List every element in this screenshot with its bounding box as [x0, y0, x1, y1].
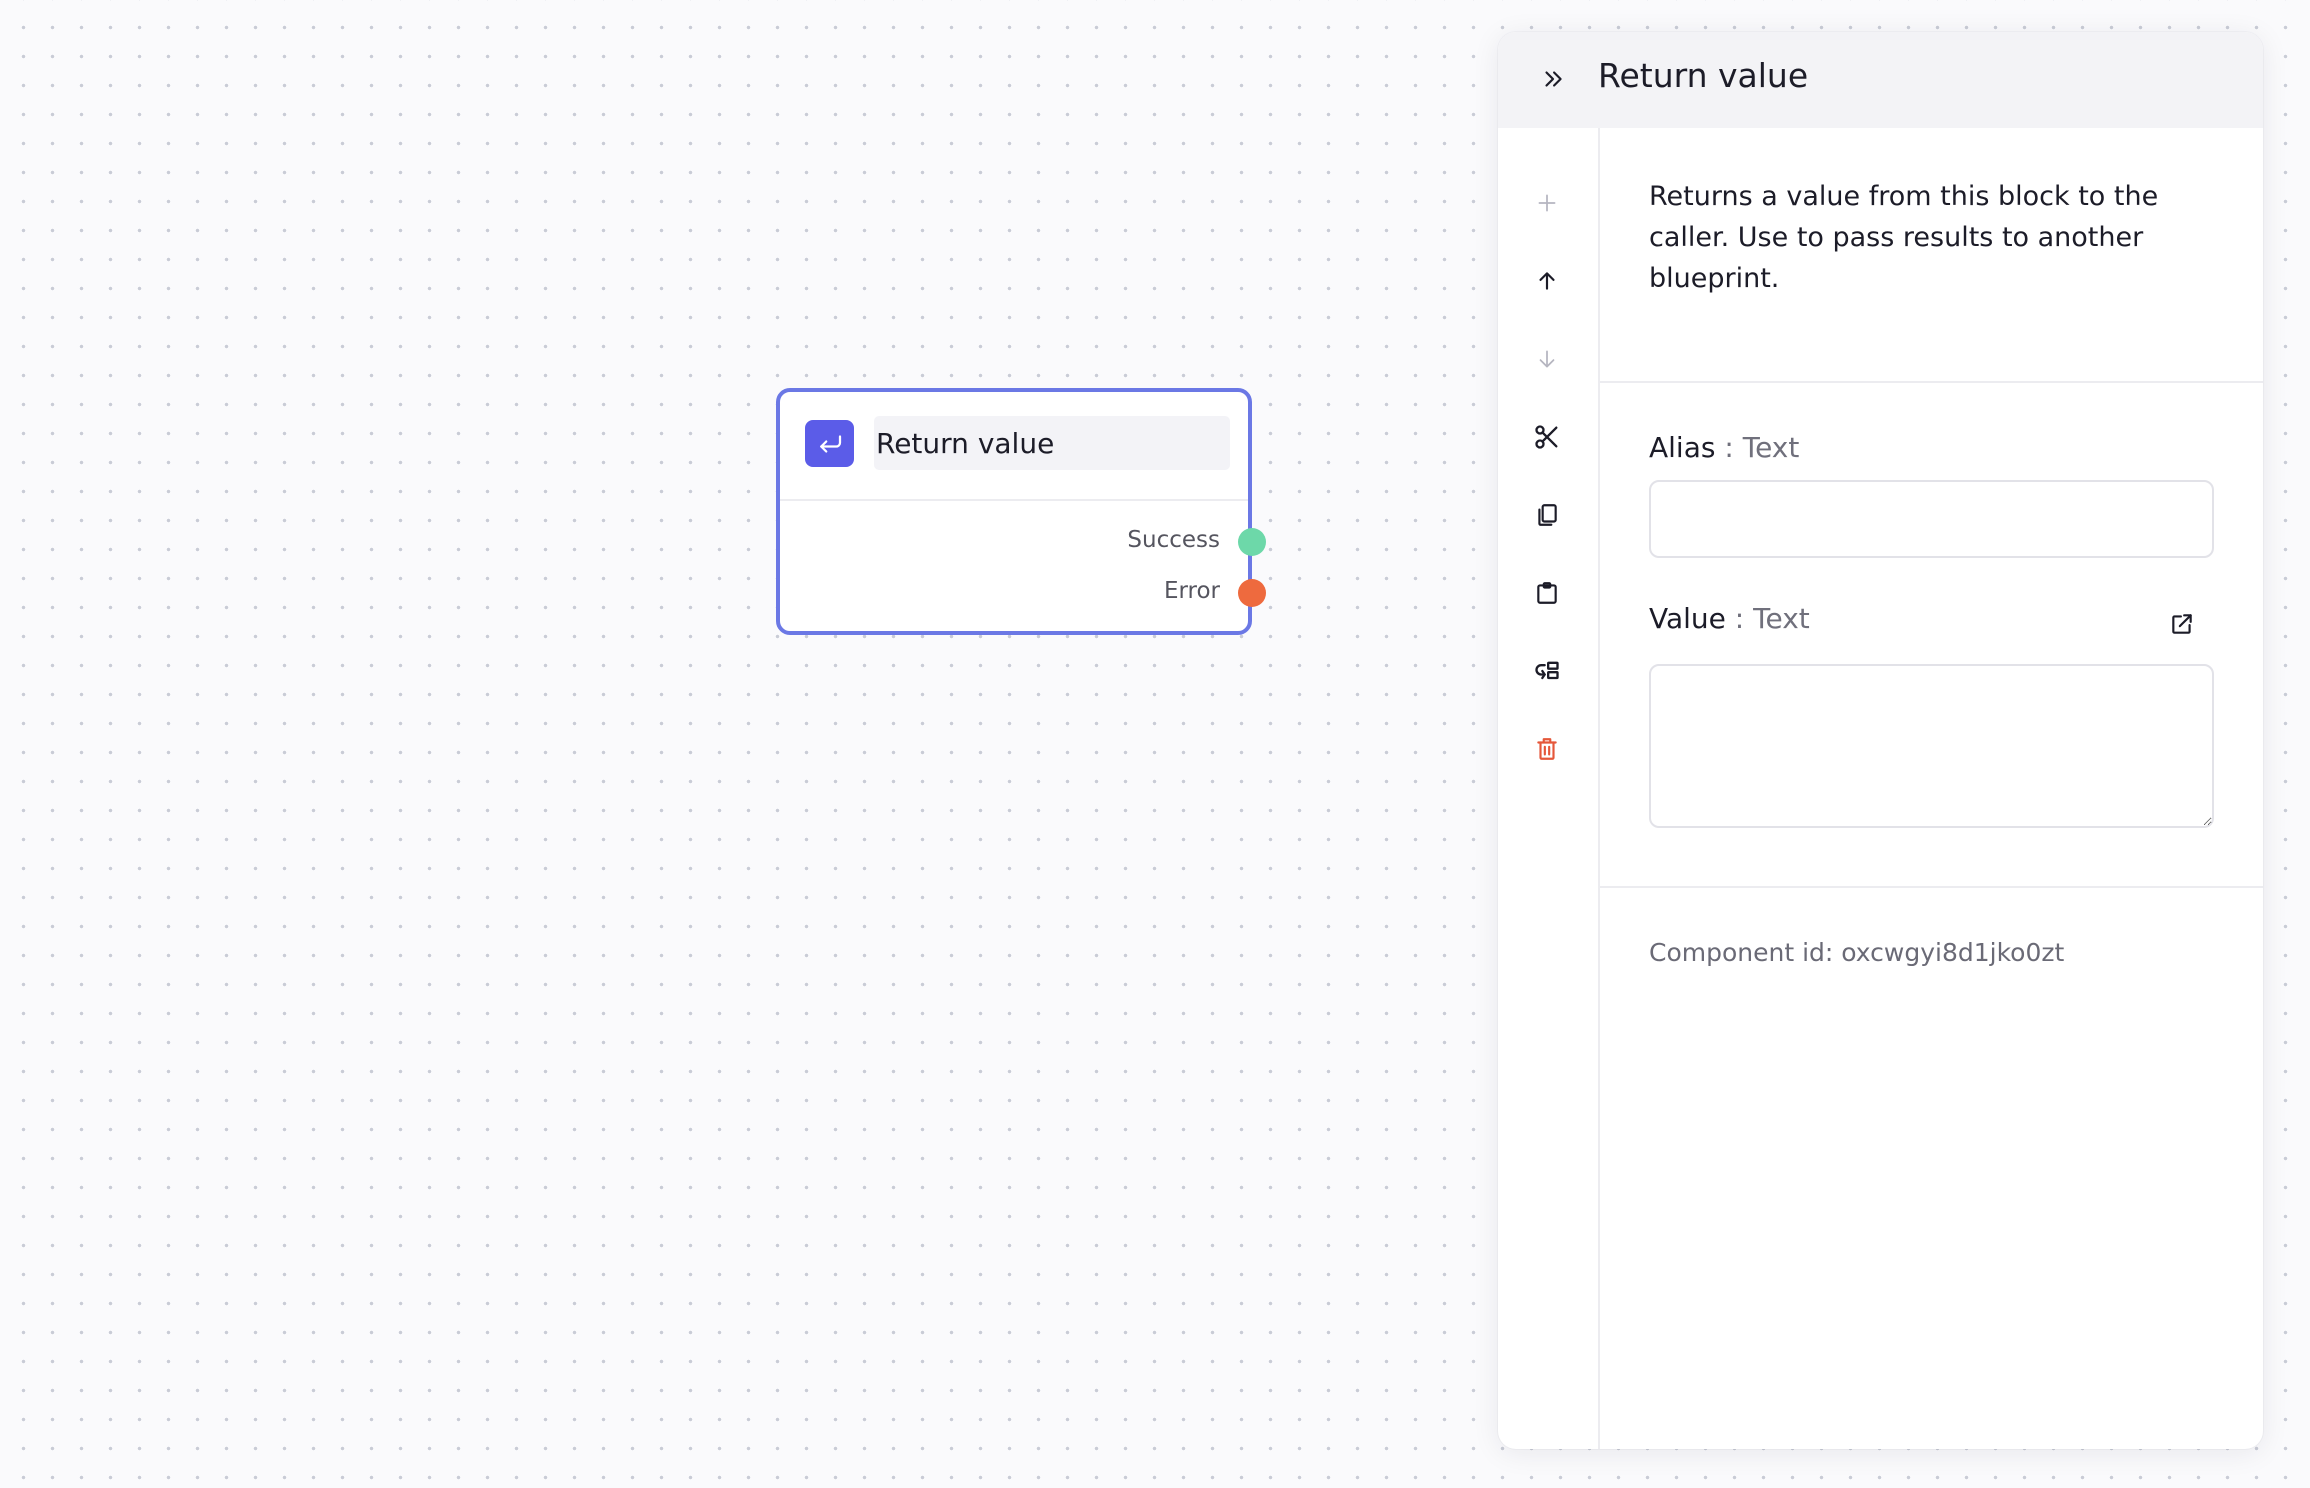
alias-input[interactable]: [1649, 480, 2214, 558]
success-port[interactable]: [1238, 528, 1266, 556]
open-editor-button[interactable]: [2166, 608, 2198, 640]
paste-button[interactable]: [1528, 574, 1566, 612]
error-port[interactable]: [1238, 579, 1266, 607]
value-field-label: Value : Text: [1649, 602, 1810, 635]
alias-label: Alias: [1649, 431, 1716, 464]
paste-icon: [1537, 582, 1557, 604]
delete-icon: [1537, 738, 1557, 760]
delete-button[interactable]: [1528, 730, 1566, 768]
panel-header: Return value: [1498, 32, 2263, 128]
move-down-button[interactable]: [1528, 340, 1566, 378]
alias-label-separator: :: [1724, 431, 1734, 464]
double-chevron-right-icon: [1545, 71, 1562, 87]
success-port-label: Success: [1127, 527, 1220, 553]
copy-icon: [1538, 504, 1557, 526]
move-to-icon: [1535, 661, 1559, 680]
cut-icon: [1535, 425, 1558, 449]
alias-type-label: Text: [1742, 431, 1800, 464]
divider: [1600, 381, 2263, 383]
add-button[interactable]: [1528, 184, 1566, 222]
move-to-button[interactable]: [1528, 652, 1566, 690]
value-label: Value: [1649, 602, 1726, 635]
value-type-label: Text: [1753, 602, 1810, 635]
collapse-panel-button[interactable]: [1536, 62, 1570, 96]
settings-panel: Return value Returns a value from this b…: [1498, 32, 2263, 1449]
move-up-button[interactable]: [1528, 262, 1566, 300]
panel-title: Return value: [1598, 56, 1809, 95]
divider: [1600, 886, 2263, 888]
node-title[interactable]: Return value: [874, 416, 1230, 470]
error-port-label: Error: [1163, 578, 1220, 604]
arrow-down-icon: [1539, 350, 1555, 368]
add-icon: [1538, 194, 1556, 212]
cut-button[interactable]: [1528, 418, 1566, 456]
panel-content: Returns a value from this block to the c…: [1600, 128, 2263, 1449]
arrow-up-icon: [1539, 272, 1555, 290]
alias-field-label: Alias : Text: [1649, 431, 1799, 464]
value-label-separator: :: [1734, 602, 1745, 635]
value-textarea[interactable]: [1649, 664, 2214, 828]
node-header: Return value: [780, 392, 1248, 501]
panel-toolbar: [1498, 128, 1600, 1449]
return-value-node[interactable]: Return value Success Error: [776, 388, 1266, 635]
block-description: Returns a value from this block to the c…: [1649, 181, 2159, 294]
copy-button[interactable]: [1528, 496, 1566, 534]
open-in-new-icon: [2172, 614, 2192, 634]
return-arrow-icon: [805, 420, 854, 467]
component-id: Component id: oxcwgyi8d1jko0zt: [1649, 938, 2065, 967]
